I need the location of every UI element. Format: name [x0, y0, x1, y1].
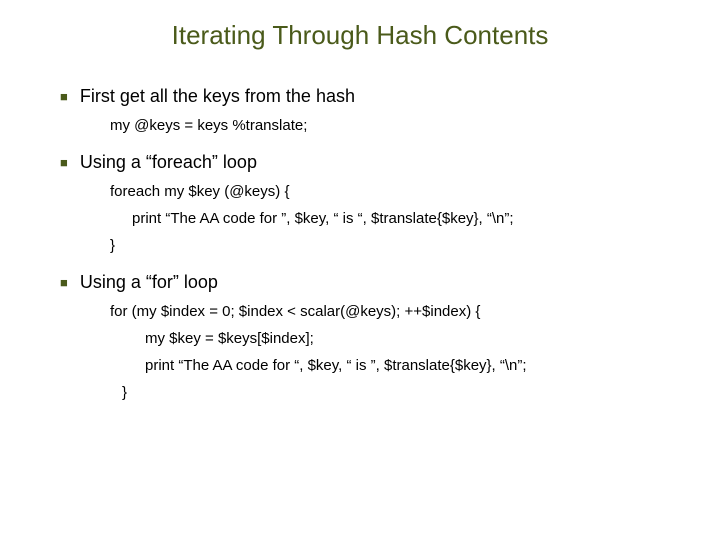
- bullet-icon: ■: [60, 155, 68, 170]
- code-line: for (my $index = 0; $index < scalar(@key…: [110, 303, 690, 320]
- bullet-heading: Using a “foreach” loop: [80, 152, 257, 173]
- code-line: print “The AA code for “, $key, “ is ”, …: [145, 357, 690, 374]
- bullet-heading: Using a “for” loop: [80, 272, 218, 293]
- bullet-icon: ■: [60, 275, 68, 290]
- bullet-item: ■ Using a “foreach” loop: [60, 152, 690, 173]
- code-line: }: [122, 384, 690, 401]
- section: ■ Using a “foreach” loop foreach my $key (…: [60, 152, 690, 254]
- bullet-item: ■ First get all the keys from the hash: [60, 86, 690, 107]
- code-line: my $key = $keys[$index];: [145, 330, 690, 347]
- code-line: print “The AA code for ”, $key, “ is “, …: [132, 210, 690, 227]
- bullet-icon: ■: [60, 89, 68, 104]
- code-line: foreach my $key (@keys) {: [110, 183, 690, 200]
- slide-title: Iterating Through Hash Contents: [30, 20, 690, 51]
- slide-content: ■ First get all the keys from the hash my …: [60, 86, 690, 401]
- bullet-item: ■ Using a “for” loop: [60, 272, 690, 293]
- section: ■ Using a “for” loop for (my $index = 0; $…: [60, 272, 690, 401]
- code-line: }: [110, 237, 690, 254]
- section: ■ First get all the keys from the hash my …: [60, 86, 690, 134]
- code-line: my @keys = keys %translate;: [110, 117, 690, 134]
- bullet-heading: First get all the keys from the hash: [80, 86, 355, 107]
